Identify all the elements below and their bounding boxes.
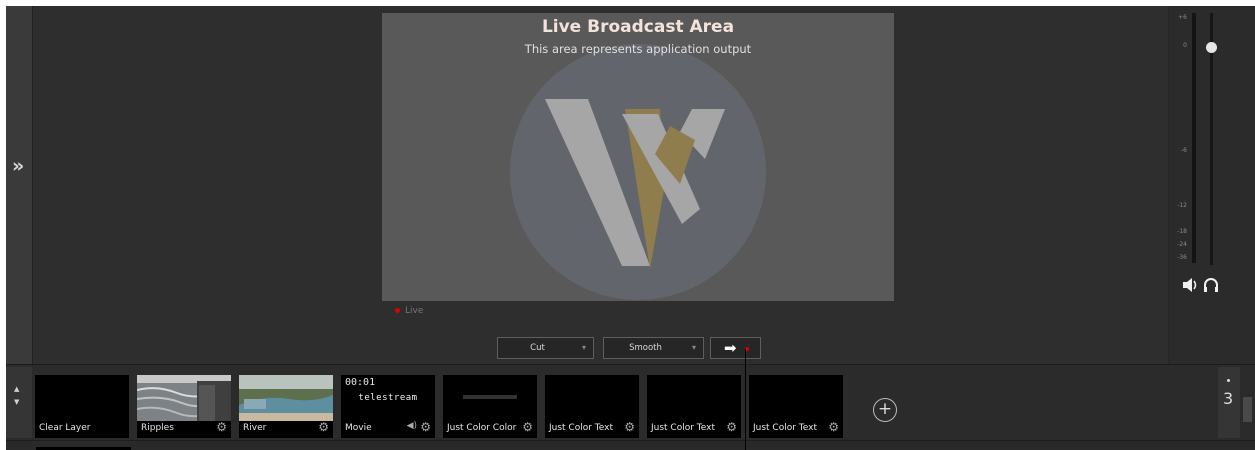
next-layer-strip bbox=[6, 440, 1255, 450]
telestream-logo: telestream bbox=[358, 393, 418, 403]
go-transition-button[interactable]: ➡ bbox=[710, 337, 761, 359]
shot-clear-layer[interactable]: Clear Layer bbox=[35, 375, 129, 438]
shot-name: Movie bbox=[345, 423, 372, 433]
shot-ripples[interactable]: Ripples ⚙ bbox=[137, 375, 231, 438]
audio-meter-scale: +6 0 -6 -12 -18 -24 -36 bbox=[1170, 12, 1190, 262]
audio-monitor-controls bbox=[1182, 276, 1222, 298]
shot-name: River bbox=[243, 423, 267, 433]
color-bar bbox=[463, 395, 517, 399]
window-left-edge bbox=[0, 0, 6, 450]
wirecast-logo-icon bbox=[510, 44, 766, 300]
gear-icon[interactable]: ⚙ bbox=[522, 420, 533, 434]
gear-icon[interactable]: ⚙ bbox=[624, 420, 635, 434]
shot-name: Just Color Text bbox=[549, 423, 613, 433]
ripples-thumbnail bbox=[137, 375, 231, 421]
gear-icon[interactable]: ⚙ bbox=[318, 420, 329, 434]
layer-number: 3 bbox=[1223, 389, 1234, 408]
shot-name: Just Color Text bbox=[753, 423, 817, 433]
volume-fader-knob[interactable] bbox=[1206, 42, 1217, 53]
mouse-cursor-line bbox=[745, 349, 746, 450]
shot-river[interactable]: River ⚙ bbox=[239, 375, 333, 438]
transition-select-2[interactable]: Smooth ▾ bbox=[603, 337, 704, 359]
double-chevron-right-icon: » bbox=[12, 155, 25, 177]
arrow-right-icon: ➡ bbox=[724, 339, 737, 357]
expand-sidebar-button[interactable]: » bbox=[6, 6, 33, 364]
live-dot-icon bbox=[395, 308, 400, 313]
chevron-down-icon: ▾ bbox=[581, 343, 586, 352]
shot-name: Just Color Text bbox=[651, 423, 715, 433]
layer-down-arrow-icon[interactable]: ▼ bbox=[14, 398, 19, 406]
live-preview: Live Broadcast Area This area represents… bbox=[382, 13, 894, 301]
river-thumbnail bbox=[239, 375, 333, 421]
shot-movie[interactable]: 00:01 telestream Movie ◀) ⚙ bbox=[341, 375, 435, 438]
gear-icon[interactable]: ⚙ bbox=[726, 420, 737, 434]
gear-icon[interactable]: ⚙ bbox=[420, 420, 431, 434]
speaker-icon[interactable]: ◀) bbox=[407, 421, 417, 431]
shot-just-color-text-3[interactable]: Just Color Text ⚙ bbox=[749, 375, 843, 438]
layer-number-panel: 3 bbox=[1218, 367, 1240, 438]
layer-up-arrow-icon[interactable]: ▲ bbox=[14, 385, 19, 393]
meter-scale-label: -18 bbox=[1177, 228, 1187, 235]
meter-scale-label: +6 bbox=[1178, 14, 1187, 21]
gear-icon[interactable]: ⚙ bbox=[828, 420, 839, 434]
meter-scale-label: -36 bbox=[1177, 254, 1187, 261]
shot-timecode: 00:01 bbox=[345, 377, 376, 388]
layer-selector: ▲ ▼ bbox=[6, 367, 32, 438]
preview-title: Live Broadcast Area bbox=[541, 17, 735, 37]
add-shot-button[interactable]: + bbox=[873, 398, 897, 422]
shot-name: Clear Layer bbox=[39, 423, 91, 433]
layer-scrollbar[interactable] bbox=[1240, 367, 1255, 438]
transition-select-2-value: Smooth bbox=[629, 343, 662, 353]
audio-panel-divider bbox=[1168, 6, 1169, 364]
audio-level-meter bbox=[1192, 13, 1196, 263]
meter-scale-label: -12 bbox=[1177, 202, 1187, 209]
transition-select-1-value: Cut bbox=[530, 343, 545, 353]
meter-scale-label: -24 bbox=[1177, 241, 1187, 248]
scrollbar-thumb[interactable] bbox=[1243, 397, 1252, 422]
gear-icon[interactable]: ⚙ bbox=[216, 420, 227, 434]
live-indicator: Live bbox=[395, 306, 423, 316]
shot-just-color-color[interactable]: Just Color Color ⚙ bbox=[443, 375, 537, 438]
shot-just-color-text-2[interactable]: Just Color Text ⚙ bbox=[647, 375, 741, 438]
shot-just-color-text-1[interactable]: Just Color Text ⚙ bbox=[545, 375, 639, 438]
shot-name: Ripples bbox=[141, 423, 174, 433]
headphones-icon[interactable] bbox=[1204, 278, 1218, 292]
live-label: Live bbox=[405, 306, 424, 316]
transition-select-1[interactable]: Cut ▾ bbox=[497, 337, 594, 359]
shot-name: Just Color Color bbox=[447, 423, 517, 433]
window-top-edge bbox=[0, 0, 1255, 6]
chevron-down-icon: ▾ bbox=[691, 343, 696, 352]
wirecast-window: » Live Broadcast Area This area represen… bbox=[0, 0, 1255, 450]
meter-scale-label: -6 bbox=[1181, 147, 1187, 154]
layer-indicator-dot bbox=[1227, 379, 1230, 382]
meter-scale-label: 0 bbox=[1183, 42, 1187, 49]
speaker-icon[interactable] bbox=[1183, 278, 1197, 292]
preview-subtitle: This area represents application output bbox=[524, 42, 752, 56]
